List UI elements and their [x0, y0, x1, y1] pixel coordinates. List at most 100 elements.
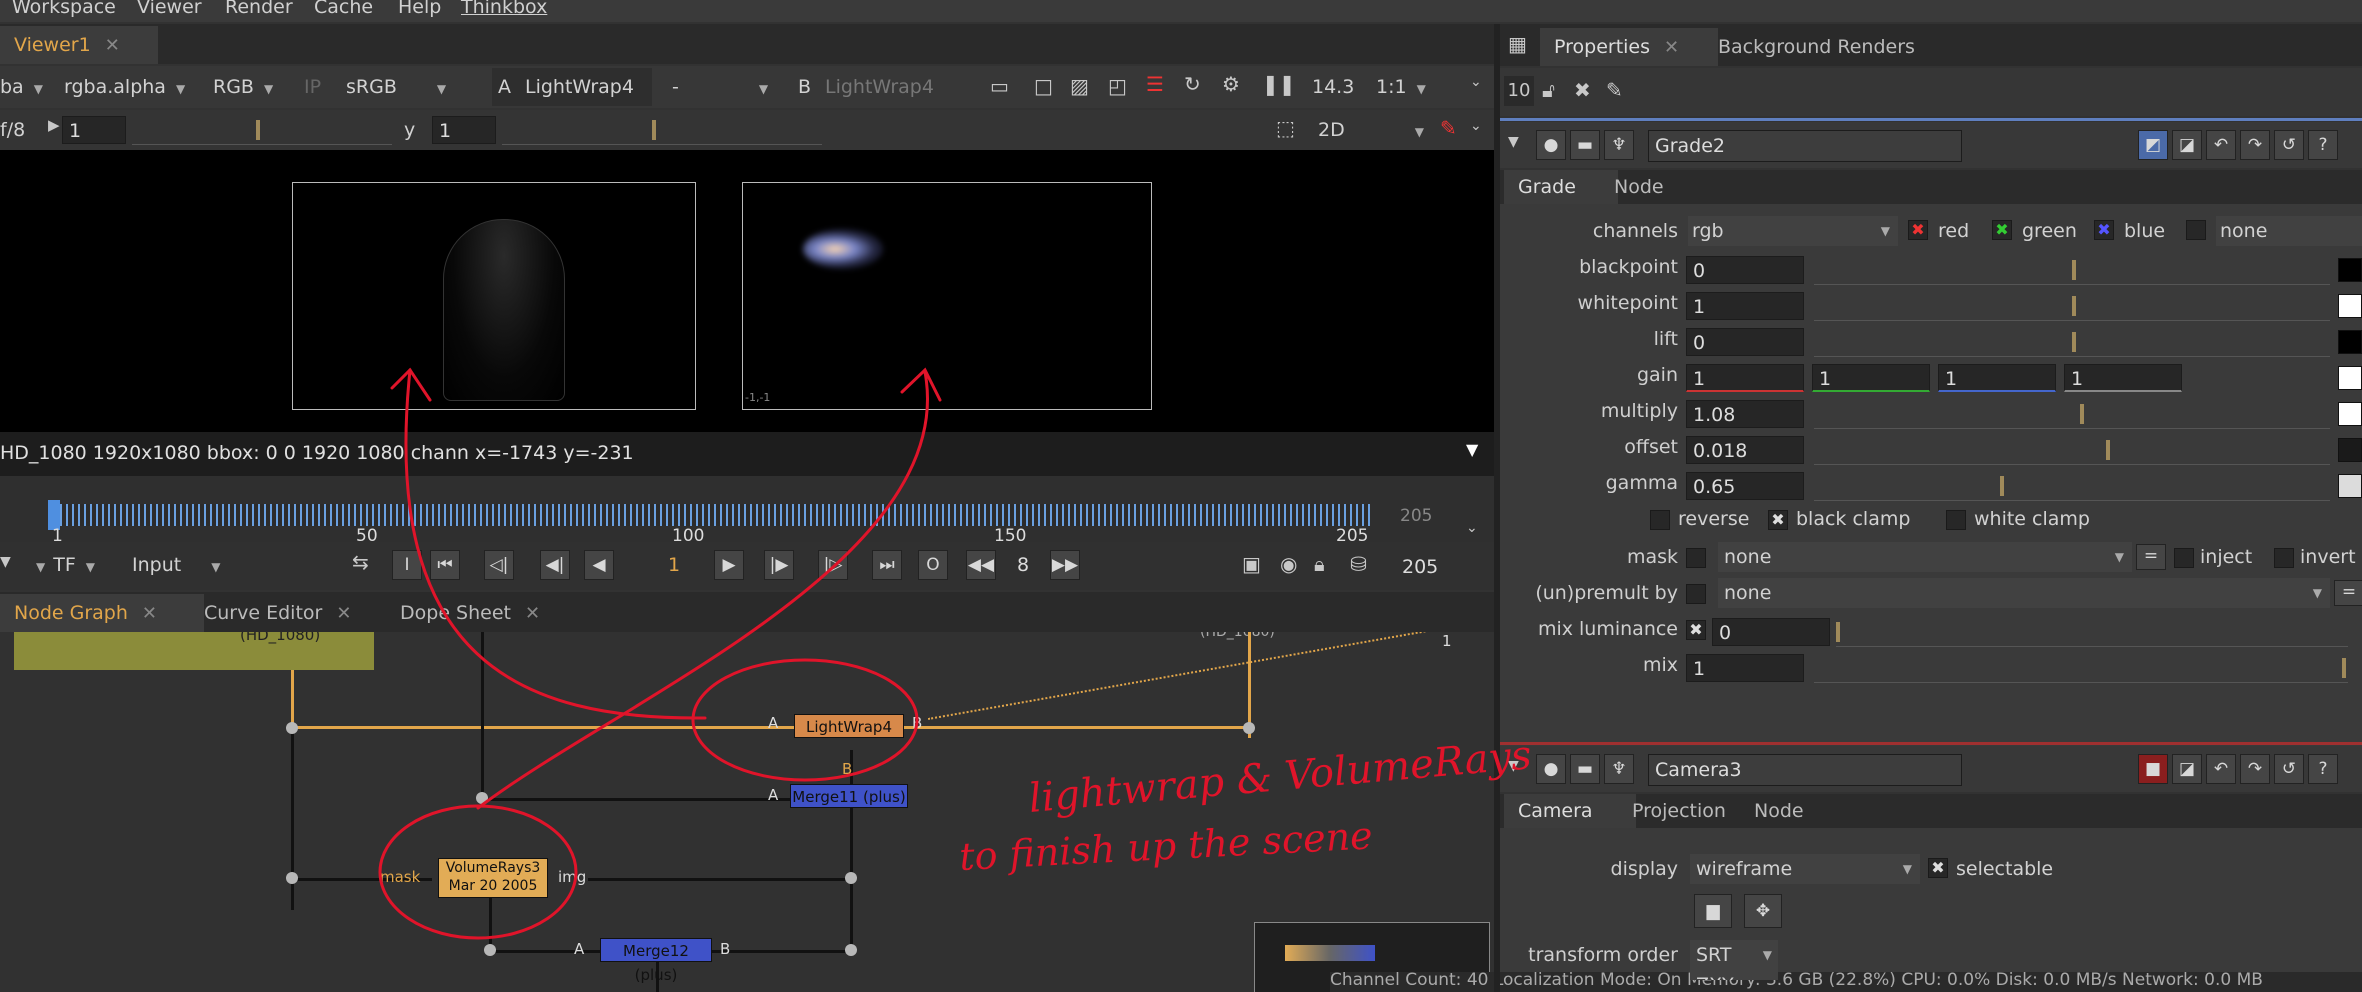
play-small-icon[interactable]: ▶ — [48, 116, 60, 134]
mix-luminance-field[interactable]: 0 — [1712, 618, 1830, 646]
revert-icon[interactable]: ↺ — [2274, 754, 2304, 784]
undo-icon[interactable]: ↶ — [2206, 754, 2236, 784]
play-backward-icon[interactable]: ◀ — [584, 550, 614, 580]
camera-name-field[interactable]: Camera3 — [1648, 754, 1962, 786]
gain-a-field[interactable]: 1 — [2064, 364, 2182, 392]
node-tools-icon[interactable]: ♆ — [1604, 130, 1634, 160]
proxy-icon[interactable]: ◰ — [1108, 74, 1127, 98]
out-point-button[interactable]: O — [918, 550, 948, 580]
node-color-icon[interactable]: ◩ — [2138, 130, 2168, 160]
redo-icon[interactable]: ↷ — [2240, 130, 2270, 160]
mix-slider[interactable] — [1814, 654, 2348, 683]
close-icon[interactable]: ✕ — [105, 35, 120, 56]
node-color-icon[interactable]: ■ — [2138, 754, 2168, 784]
gamma-color-swatch[interactable] — [2338, 474, 2362, 498]
step-forward-icon[interactable]: |▶ — [764, 550, 794, 580]
alpha-channel-select[interactable]: none — [2216, 216, 2362, 246]
node-graph-canvas[interactable]: (HD_1080) (HD_1080) LightWrap4 A B B Mer… — [0, 632, 1494, 992]
tab-projection[interactable]: Projection — [1618, 794, 1756, 828]
play-forward-icon[interactable]: ▶ — [714, 550, 744, 580]
whitepoint-field[interactable]: 1 — [1686, 292, 1804, 320]
channel-set-dropdown[interactable]: ba ▼ — [0, 72, 43, 102]
tab-curve-editor[interactable]: Curve Editor ✕ — [190, 594, 418, 632]
node-viewer-icon[interactable]: ▬ — [1570, 130, 1600, 160]
step-back-icon[interactable]: ◀| — [540, 550, 570, 580]
chevron-down-icon[interactable]: ⌄ — [1470, 74, 1482, 90]
close-icon[interactable]: ✕ — [142, 603, 157, 624]
slider-knob[interactable] — [2072, 260, 2076, 280]
multiply-slider[interactable] — [1814, 400, 2330, 429]
gamma-value-slider[interactable] — [1814, 472, 2330, 501]
slider-knob[interactable] — [2072, 332, 2076, 352]
in-point-button[interactable]: I — [392, 550, 422, 580]
blackpoint-slider[interactable] — [1814, 256, 2330, 285]
multiply-field[interactable]: 1.08 — [1686, 400, 1804, 428]
flipbook-icon[interactable]: ▣ — [1242, 552, 1261, 576]
tab-background-renders[interactable]: Background Renders — [1704, 28, 1962, 66]
slider-knob[interactable] — [2072, 296, 2076, 316]
pencil-icon[interactable]: ✎ — [1606, 78, 1623, 102]
axis-handle-icon[interactable]: ✥ — [1744, 894, 1782, 928]
slider-knob[interactable] — [2342, 658, 2346, 678]
inject-checkbox[interactable] — [2174, 548, 2194, 568]
reverse-checkbox[interactable] — [1650, 510, 1670, 530]
mix-luminance-checkbox[interactable]: ✖ — [1686, 620, 1706, 640]
alpha-checkbox[interactable] — [2186, 220, 2206, 240]
mix-field[interactable]: 1 — [1686, 654, 1804, 682]
overscan-icon[interactable]: ▭ — [990, 74, 1009, 98]
menu-help[interactable]: Help — [398, 0, 441, 18]
lift-color-swatch[interactable] — [2338, 330, 2362, 354]
view-mode-dropdown[interactable]: 2D ▼ — [1318, 115, 1424, 145]
tab-camera-node[interactable]: Node — [1740, 794, 1838, 828]
roi-icon[interactable]: □ — [1034, 74, 1053, 98]
premult-equals-button[interactable]: = — [2334, 580, 2362, 606]
whitepoint-color-swatch[interactable] — [2338, 294, 2362, 318]
compare-mode-dropdown[interactable]: - ▼ — [672, 72, 768, 102]
slider-knob[interactable] — [2080, 404, 2084, 424]
offset-slider[interactable] — [1814, 436, 2330, 465]
undo-icon[interactable]: ↶ — [2206, 130, 2236, 160]
range-input-dropdown[interactable]: Input ▼ — [132, 550, 220, 580]
prev-keyframe-icon[interactable]: ◁| — [484, 550, 514, 580]
gamma-slider-knob[interactable] — [652, 120, 656, 140]
close-icon[interactable]: ✕ — [525, 603, 540, 624]
tf-dropdown[interactable]: ▼ TF ▼ — [36, 550, 95, 580]
ip-button[interactable]: IP — [304, 72, 321, 102]
clipping-warning-icon[interactable]: ▨ — [1070, 74, 1089, 98]
lock-icon[interactable]: 🔒︎ — [1314, 552, 1325, 576]
close-icon[interactable]: ✕ — [1664, 37, 1679, 58]
menu-thinkbox[interactable]: Thinkbox — [461, 0, 547, 18]
node-tools-icon[interactable]: ♆ — [1604, 754, 1634, 784]
gamma-field[interactable]: 1 — [432, 116, 496, 144]
gain-field[interactable]: 1 — [62, 116, 126, 144]
forward-step-icon[interactable]: ▶▶ — [1050, 550, 1080, 580]
red-checkbox[interactable]: ✖ — [1908, 220, 1928, 240]
gain-b-field[interactable]: 1 — [1938, 364, 2056, 392]
invert-checkbox[interactable] — [2274, 548, 2294, 568]
max-panels-field[interactable]: 10 — [1504, 76, 1534, 106]
gain-slider-knob[interactable] — [256, 120, 260, 140]
lock-icon[interactable]: 🔓︎ — [1542, 78, 1555, 102]
current-frame-field[interactable]: 1 — [640, 550, 708, 580]
transform-order-dropdown[interactable]: SRT ▼ — [1690, 940, 1778, 970]
mix-luminance-slider[interactable] — [1836, 618, 2348, 647]
gamma-value-field[interactable]: 0.65 — [1686, 472, 1804, 500]
whitepoint-slider[interactable] — [1814, 292, 2330, 321]
lut-dropdown[interactable]: sRGB ▼ — [346, 72, 446, 102]
tab-node[interactable]: Node — [1600, 170, 1698, 204]
rewind-step-icon[interactable]: ◀◀ — [966, 550, 996, 580]
premult-checkbox[interactable] — [1686, 584, 1706, 604]
refresh-icon[interactable]: ↻ — [1184, 72, 1201, 96]
dot-node[interactable] — [484, 944, 496, 956]
display-style-dropdown[interactable]: RGB ▼ — [213, 72, 273, 102]
dot-node[interactable] — [845, 944, 857, 956]
lift-slider[interactable] — [1814, 328, 2330, 357]
dot-node[interactable] — [476, 792, 488, 804]
offset-color-swatch[interactable] — [2338, 438, 2362, 462]
tab-node-graph[interactable]: Node Graph ✕ — [0, 594, 204, 632]
node-viewer-icon[interactable]: ▬ — [1570, 754, 1600, 784]
next-keyframe-icon[interactable]: |▷ — [818, 550, 848, 580]
gain-g-field[interactable]: 1 — [1812, 364, 1930, 392]
blackpoint-color-swatch[interactable] — [2338, 258, 2362, 282]
skip-end-icon[interactable]: ⏭ — [872, 550, 902, 580]
